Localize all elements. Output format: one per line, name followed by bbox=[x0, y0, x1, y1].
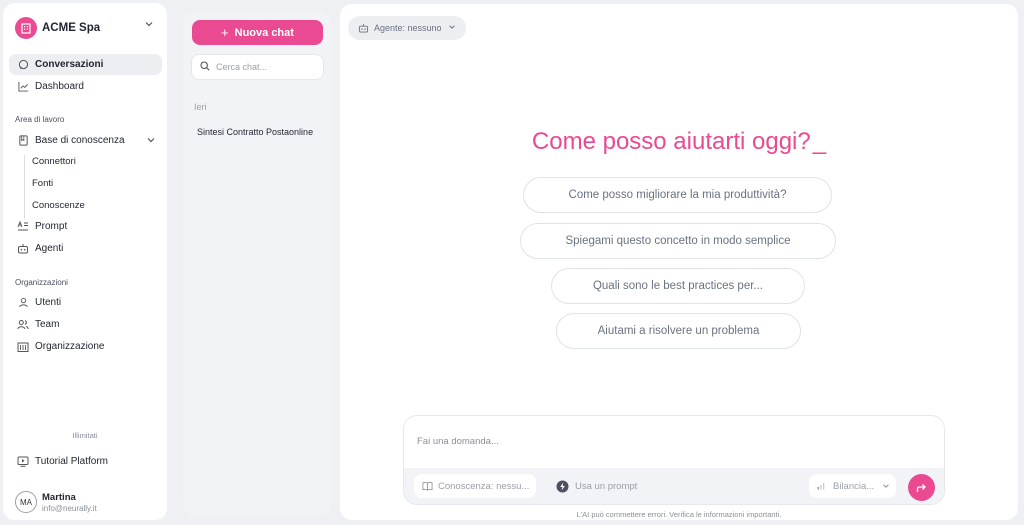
composer: Conoscenza: nessu... Usa un prompt Bilan… bbox=[403, 415, 945, 505]
sidebar-item-agenti[interactable]: Agenti bbox=[9, 238, 162, 259]
agent-selector-label: Agente: nessuno bbox=[374, 23, 442, 33]
chevron-down-icon[interactable] bbox=[144, 19, 154, 32]
welcome-heading: Come posso aiutarti oggi?_ bbox=[340, 128, 1018, 156]
send-button[interactable] bbox=[908, 474, 935, 501]
sidebar-subitem-conoscenze[interactable]: Conoscenze bbox=[32, 200, 85, 211]
suggestion-button[interactable]: Spiegami questo concetto in modo semplic… bbox=[520, 223, 836, 259]
sidebar-item-conversazioni[interactable]: Conversazioni bbox=[9, 54, 162, 75]
sidebar-item-tutorial[interactable]: Tutorial Platform bbox=[9, 451, 162, 472]
main-chat-area: Agente: nessuno Come posso aiutarti oggi… bbox=[340, 4, 1018, 520]
lightning-icon bbox=[556, 480, 569, 493]
users-icon bbox=[17, 319, 29, 331]
knowledge-selector[interactable]: Conoscenza: nessu... bbox=[414, 474, 536, 498]
building-logo-icon[interactable] bbox=[15, 17, 37, 39]
mode-select-label: Bilancia... bbox=[833, 480, 875, 492]
text-prompt-icon bbox=[17, 221, 29, 233]
sidebar-item-prompt[interactable]: Prompt bbox=[9, 216, 162, 237]
sidebar-item-label: Utenti bbox=[35, 297, 62, 308]
plan-label: Illimitati bbox=[72, 431, 98, 440]
section-organizzazioni: Organizzazioni bbox=[15, 278, 68, 287]
user-icon bbox=[17, 297, 29, 309]
group-label: Ieri bbox=[194, 102, 207, 112]
sidebar-item-label: Prompt bbox=[35, 221, 68, 232]
new-chat-label: Nuova chat bbox=[234, 26, 294, 39]
mode-select[interactable]: Bilancia... bbox=[809, 474, 896, 498]
org-name[interactable]: ACME Spa bbox=[42, 22, 100, 34]
avatar[interactable]: MA bbox=[15, 491, 37, 513]
section-workspace: Area di lavoro bbox=[15, 115, 65, 124]
send-arrow-icon bbox=[916, 483, 927, 493]
sidebar-item-team[interactable]: Team bbox=[9, 314, 162, 335]
question-input[interactable] bbox=[417, 436, 917, 447]
user-name: Martina bbox=[42, 492, 76, 503]
sidebar-item-label: Organizzazione bbox=[35, 341, 105, 352]
tree-line bbox=[24, 155, 25, 219]
agent-selector[interactable]: Agente: nessuno bbox=[348, 16, 466, 40]
use-prompt-label: Usa un prompt bbox=[575, 480, 638, 492]
chevron-down-icon[interactable] bbox=[146, 135, 156, 148]
sidebar-item-label: Dashboard bbox=[35, 81, 84, 92]
sidebar-subitem-fonti[interactable]: Fonti bbox=[32, 178, 53, 189]
use-prompt-button[interactable]: Usa un prompt bbox=[554, 474, 664, 498]
robot-icon bbox=[358, 23, 369, 33]
sidebar-item-dashboard[interactable]: Dashboard bbox=[9, 76, 162, 97]
signal-bars-icon bbox=[817, 482, 825, 490]
suggestion-button[interactable]: Quali sono le best practices per... bbox=[551, 268, 805, 304]
sidebar-item-knowledge[interactable]: Base di conoscenza bbox=[9, 130, 162, 151]
suggestion-button[interactable]: Aiutami a risolvere un problema bbox=[556, 313, 801, 349]
chevron-down-icon bbox=[882, 482, 890, 490]
plus-icon: + bbox=[221, 25, 229, 40]
book-icon bbox=[17, 135, 29, 147]
sidebar-item-label: Agenti bbox=[35, 243, 64, 254]
sidebar-item-label: Tutorial Platform bbox=[35, 456, 108, 467]
typing-cursor: _ bbox=[812, 128, 827, 155]
sidebar-item-label: Conversazioni bbox=[35, 59, 104, 70]
chat-history-panel: + Nuova chat Ieri Sintesi Contratto Post… bbox=[183, 11, 332, 516]
chart-line-icon bbox=[17, 81, 29, 93]
search-chat-field[interactable] bbox=[191, 54, 324, 80]
sidebar-subitem-connettori[interactable]: Connettori bbox=[32, 156, 76, 167]
robot-icon bbox=[17, 243, 29, 255]
search-icon bbox=[200, 60, 210, 74]
sidebar: ACME Spa Conversazioni Dashboard Area di… bbox=[3, 3, 167, 520]
sidebar-item-label: Base di conoscenza bbox=[35, 135, 125, 146]
building-icon bbox=[17, 341, 29, 353]
video-play-icon bbox=[17, 456, 29, 468]
new-chat-button[interactable]: + Nuova chat bbox=[192, 20, 323, 45]
welcome-heading-text: Come posso aiutarti oggi? bbox=[531, 128, 811, 155]
chat-list-item[interactable]: Sintesi Contratto Postaonline bbox=[197, 127, 329, 137]
ai-disclaimer: L'AI può commettere errori. Verifica le … bbox=[576, 510, 782, 519]
book-open-icon bbox=[422, 481, 433, 491]
search-input[interactable] bbox=[216, 62, 316, 72]
knowledge-selector-label: Conoscenza: nessu... bbox=[438, 480, 530, 492]
chevron-down-icon bbox=[448, 23, 456, 33]
user-email: info@neurally.it bbox=[42, 504, 97, 513]
chat-icon bbox=[17, 59, 29, 71]
sidebar-item-organizzazione[interactable]: Organizzazione bbox=[9, 336, 162, 357]
suggestion-button[interactable]: Come posso migliorare la mia produttivit… bbox=[523, 177, 832, 213]
sidebar-item-utenti[interactable]: Utenti bbox=[9, 292, 162, 313]
sidebar-item-label: Team bbox=[35, 319, 60, 330]
